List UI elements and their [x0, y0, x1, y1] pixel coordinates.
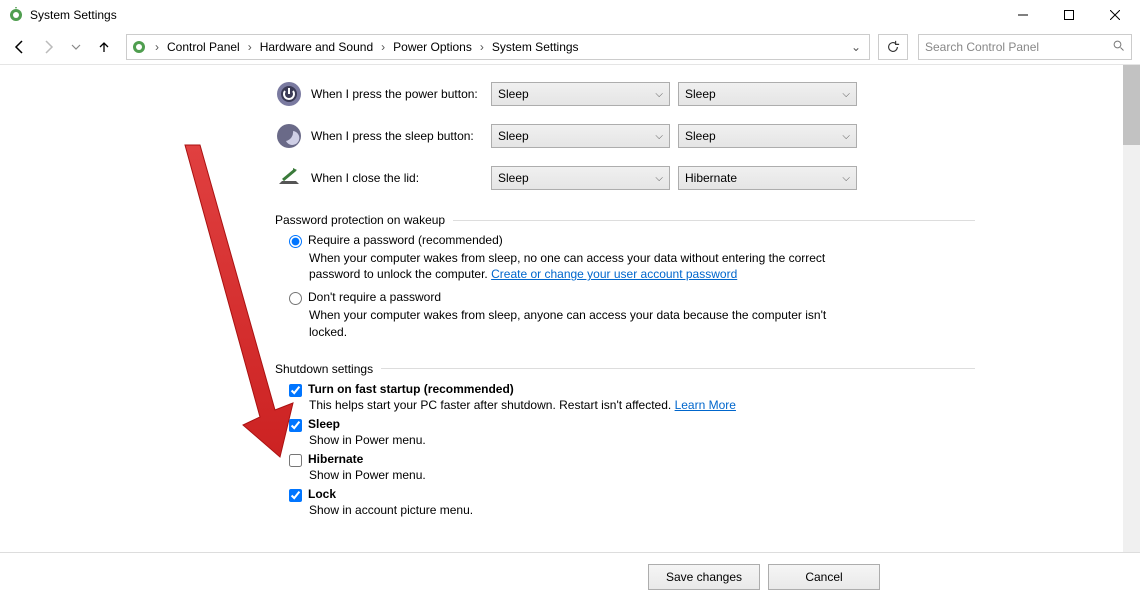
- breadcrumb-item[interactable]: Control Panel: [163, 40, 244, 54]
- forward-button[interactable]: [36, 35, 60, 59]
- titlebar: ↔ System Settings: [0, 0, 1140, 30]
- hibernate-label: Hibernate: [308, 452, 363, 466]
- save-changes-button[interactable]: Save changes: [648, 564, 760, 590]
- window-title: System Settings: [30, 8, 117, 22]
- sleep-icon: [275, 122, 303, 150]
- minimize-button[interactable]: [1000, 0, 1046, 30]
- chevron-down-icon: ⌵: [842, 173, 850, 184]
- close-lid-label: When I close the lid:: [311, 171, 491, 185]
- power-button-plugged-dropdown[interactable]: Sleep⌵: [678, 82, 857, 106]
- sleep-button-label: When I press the sleep button:: [311, 129, 491, 143]
- breadcrumb-item[interactable]: Power Options: [389, 40, 476, 54]
- system-settings-icon: [8, 7, 24, 23]
- search-input[interactable]: Search Control Panel: [918, 34, 1132, 60]
- close-lid-plugged-dropdown[interactable]: Hibernate⌵: [678, 166, 857, 190]
- password-group-header: Password protection on wakeup: [275, 213, 975, 227]
- breadcrumb-dropdown-icon[interactable]: ⌄: [847, 40, 865, 54]
- close-button[interactable]: [1092, 0, 1138, 30]
- lock-desc: Show in account picture menu.: [309, 502, 839, 518]
- back-button[interactable]: [8, 35, 32, 59]
- dont-require-password-radio[interactable]: Don't require a password: [289, 290, 975, 305]
- power-button-action-row: When I press the power button: Sleep⌵ Sl…: [275, 73, 975, 115]
- create-password-link[interactable]: Create or change your user account passw…: [491, 267, 737, 281]
- laptop-lid-icon: [275, 164, 303, 192]
- chevron-right-icon[interactable]: ›: [478, 40, 486, 54]
- sleep-label: Sleep: [308, 417, 340, 431]
- sleep-button-plugged-dropdown[interactable]: Sleep⌵: [678, 124, 857, 148]
- hibernate-checkbox[interactable]: [289, 454, 302, 467]
- chevron-right-icon[interactable]: ›: [153, 40, 161, 54]
- sleep-desc: Show in Power menu.: [309, 432, 839, 448]
- lock-label: Lock: [308, 487, 336, 501]
- require-password-label: Require a password (recommended): [308, 233, 503, 247]
- breadcrumb-item[interactable]: System Settings: [488, 40, 583, 54]
- close-lid-action-row: When I close the lid: Sleep⌵ Hibernate⌵: [275, 157, 975, 199]
- power-icon: [275, 80, 303, 108]
- hibernate-desc: Show in Power menu.: [309, 467, 839, 483]
- main-area: When I press the power button: Sleep⌵ Sl…: [0, 64, 1140, 552]
- breadcrumb-item[interactable]: Hardware and Sound: [256, 40, 377, 54]
- fast-startup-desc: This helps start your PC faster after sh…: [309, 397, 839, 413]
- chevron-right-icon[interactable]: ›: [379, 40, 387, 54]
- sleep-button-action-row: When I press the sleep button: Sleep⌵ Sl…: [275, 115, 975, 157]
- power-button-label: When I press the power button:: [311, 87, 491, 101]
- chevron-right-icon[interactable]: ›: [246, 40, 254, 54]
- require-password-radio[interactable]: Require a password (recommended): [289, 233, 975, 248]
- resize-arrow-icon: ↔: [1064, 0, 1078, 2]
- lock-checkbox[interactable]: [289, 489, 302, 502]
- chevron-down-icon: ⌵: [655, 89, 663, 100]
- fast-startup-checkbox[interactable]: [289, 384, 302, 397]
- chevron-down-icon: ⌵: [655, 173, 663, 184]
- require-password-radio-input[interactable]: [289, 235, 302, 248]
- nav-row: › Control Panel › Hardware and Sound › P…: [0, 30, 1140, 64]
- sleep-button-battery-dropdown[interactable]: Sleep⌵: [491, 124, 670, 148]
- recent-locations-button[interactable]: [64, 35, 88, 59]
- maximize-button[interactable]: [1046, 0, 1092, 30]
- chevron-down-icon: ⌵: [655, 131, 663, 142]
- cancel-button[interactable]: Cancel: [768, 564, 880, 590]
- fast-startup-label: Turn on fast startup (recommended): [308, 382, 514, 396]
- breadcrumb-bar[interactable]: › Control Panel › Hardware and Sound › P…: [126, 34, 870, 60]
- footer: Save changes Cancel: [0, 552, 1140, 601]
- dont-require-password-desc: When your computer wakes from sleep, any…: [309, 307, 839, 339]
- fast-startup-learn-more-link[interactable]: Learn More: [675, 398, 736, 412]
- dont-require-password-radio-input[interactable]: [289, 292, 302, 305]
- hibernate-checkbox-row[interactable]: Hibernate: [289, 452, 975, 467]
- require-password-desc: When your computer wakes from sleep, no …: [309, 250, 839, 282]
- up-button[interactable]: [92, 35, 116, 59]
- sleep-checkbox-row[interactable]: Sleep: [289, 417, 975, 432]
- search-icon: [1113, 40, 1125, 55]
- shutdown-group-header: Shutdown settings: [275, 362, 975, 376]
- search-placeholder: Search Control Panel: [925, 40, 1039, 54]
- dont-require-password-label: Don't require a password: [308, 290, 441, 304]
- sleep-checkbox[interactable]: [289, 419, 302, 432]
- scroll-thumb[interactable]: [1123, 65, 1140, 145]
- chevron-down-icon: ⌵: [842, 89, 850, 100]
- breadcrumb-icon: [131, 39, 147, 55]
- chevron-down-icon: ⌵: [842, 131, 850, 142]
- lock-checkbox-row[interactable]: Lock: [289, 487, 975, 502]
- close-lid-battery-dropdown[interactable]: Sleep⌵: [491, 166, 670, 190]
- refresh-button[interactable]: [878, 34, 908, 60]
- vertical-scrollbar[interactable]: [1123, 65, 1140, 552]
- power-button-battery-dropdown[interactable]: Sleep⌵: [491, 82, 670, 106]
- fast-startup-checkbox-row[interactable]: Turn on fast startup (recommended): [289, 382, 975, 397]
